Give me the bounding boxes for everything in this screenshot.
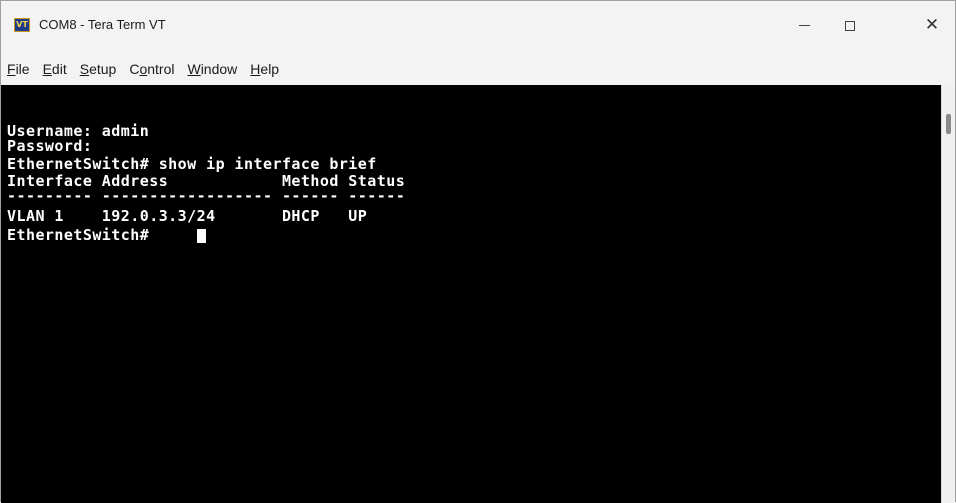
menu-setup[interactable]: Setup [80, 59, 117, 79]
app-icon-text: VT [16, 20, 28, 29]
terminal-line-table-row: VLAN 1 192.0.3.3/24 DHCP UP [7, 207, 368, 225]
terminal-cursor [197, 229, 206, 243]
teraterm-app-icon[interactable]: VT [14, 18, 30, 32]
menu-window[interactable]: Window [187, 59, 237, 79]
window-title: COM8 - Tera Term VT [39, 17, 166, 32]
maximize-button[interactable] [827, 1, 873, 50]
minimize-icon [798, 25, 810, 26]
terminal-line-command: EthernetSwitch# show ip interface brief [7, 155, 377, 173]
teraterm-window: VT COM8 - Tera Term VT ✕ File Edit Setup… [0, 0, 956, 503]
menu-edit[interactable]: Edit [43, 59, 67, 79]
maximize-icon [845, 20, 855, 31]
title-bar[interactable]: VT COM8 - Tera Term VT ✕ [1, 1, 955, 50]
terminal-line-prompt: EthernetSwitch# [7, 226, 159, 244]
menu-file[interactable]: File [7, 59, 30, 79]
menu-help[interactable]: Help [250, 59, 279, 79]
close-icon: ✕ [924, 15, 940, 35]
terminal-line-table-divider: --------- ------------------ ------ ----… [7, 187, 406, 205]
scrollbar-thumb[interactable] [946, 114, 951, 134]
menu-bar: File Edit Setup Control Window Help [1, 56, 955, 82]
menu-control[interactable]: Control [129, 59, 174, 79]
terminal-line-password: Password: [7, 137, 93, 155]
terminal-screen[interactable]: Username: admin Password: EthernetSwitch… [1, 85, 941, 503]
minimize-button[interactable] [781, 1, 827, 50]
close-button[interactable]: ✕ [909, 1, 955, 50]
vertical-scrollbar[interactable] [941, 85, 955, 503]
